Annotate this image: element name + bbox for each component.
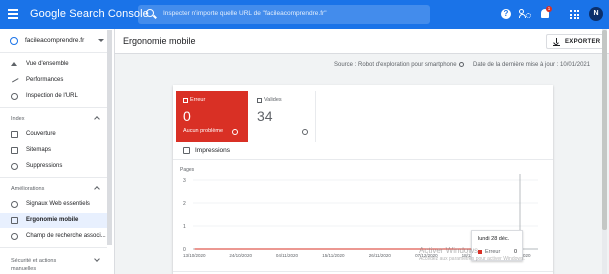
property-label: facileacomprendre.fr bbox=[25, 37, 85, 44]
last-update: Date de la dernière mise à jour : 10/01/… bbox=[473, 62, 591, 68]
data-point bbox=[380, 248, 382, 250]
data-point bbox=[333, 248, 335, 250]
sidebar-scrollbar[interactable] bbox=[107, 30, 112, 245]
sidebar-item-performance[interactable]: Performances bbox=[0, 73, 107, 88]
user-admin-icon[interactable] bbox=[519, 9, 531, 19]
source-label: Source : Robot d'exploration pour smartp… bbox=[334, 62, 457, 68]
sidebar-item-coverage[interactable]: Couverture bbox=[0, 127, 107, 142]
y-axis-label: Pages bbox=[180, 167, 195, 173]
section-divider bbox=[0, 177, 107, 178]
chevron-down-icon bbox=[94, 256, 100, 262]
y-tick-label: 1 bbox=[183, 224, 186, 230]
sidebar-item-sitemaps[interactable]: Sitemaps bbox=[0, 143, 107, 158]
sidebar-item-label: Champ de recherche associ... bbox=[26, 233, 106, 239]
trend-icon bbox=[10, 75, 19, 83]
sidebar-item-removals[interactable]: Suppressions bbox=[0, 159, 107, 174]
section-improvements[interactable]: Améliorations bbox=[0, 182, 107, 196]
app-brand[interactable]: Google Search Console bbox=[30, 8, 149, 20]
sitemap-icon bbox=[11, 147, 18, 154]
error-tile[interactable]: Erreur 0 Aucun problème bbox=[176, 91, 248, 142]
main-content: Ergonomie mobile EXPORTER Source : Robot… bbox=[115, 29, 609, 274]
x-tick-label: 15/11/2020 bbox=[322, 253, 345, 258]
sidebar-item-label: Signaux Web essentiels bbox=[26, 201, 90, 207]
section-title: Améliorations bbox=[11, 186, 45, 192]
phone-icon bbox=[11, 217, 18, 224]
impressions-checkbox[interactable] bbox=[183, 147, 190, 154]
property-selector[interactable]: facileacomprendre.fr bbox=[0, 29, 107, 53]
main-scrollbar-thumb[interactable] bbox=[602, 30, 607, 230]
tile-name: Valides bbox=[264, 97, 282, 103]
impressions-label: Impressions bbox=[195, 147, 231, 154]
x-tick-label: 04/11/2020 bbox=[276, 253, 299, 258]
chevron-up-icon bbox=[94, 186, 100, 192]
sidebar-item-label: Performances bbox=[26, 77, 64, 83]
info-icon[interactable] bbox=[232, 129, 238, 135]
gauge-icon bbox=[11, 201, 18, 208]
tile-subtitle: Aucun problème bbox=[183, 128, 224, 134]
y-tick-label: 3 bbox=[183, 178, 186, 184]
chevron-up-icon bbox=[94, 116, 100, 122]
tile-count: 34 bbox=[257, 108, 273, 124]
sidebar-item-overview[interactable]: Vue d'ensemble bbox=[0, 57, 107, 72]
page-header: Ergonomie mobile EXPORTER bbox=[115, 29, 609, 54]
section-divider bbox=[0, 107, 107, 108]
valid-tile[interactable]: Valides 34 bbox=[250, 91, 316, 142]
data-point bbox=[240, 248, 242, 250]
y-tick-label: 2 bbox=[183, 201, 186, 207]
sidebar-item-label: Ergonomie mobile bbox=[26, 217, 79, 223]
avatar[interactable]: N bbox=[589, 7, 603, 21]
sidebar: facileacomprendre.fr Vue d'ensemble Perf… bbox=[0, 29, 115, 274]
sidebar-item-label: Vue d'ensemble bbox=[26, 61, 69, 67]
windows-activation-watermark: Activer Windows Accédez aux paramètres p… bbox=[419, 246, 525, 262]
apps-grid-icon[interactable] bbox=[570, 10, 579, 19]
tile-count: 0 bbox=[183, 108, 191, 124]
x-tick-label: 26/11/2020 bbox=[369, 253, 392, 258]
url-inspection-search[interactable]: Inspecter n'importe quelle URL de "facil… bbox=[138, 5, 430, 24]
data-point bbox=[194, 248, 196, 250]
coverage-icon bbox=[11, 131, 18, 138]
notification-badge: 1 bbox=[546, 6, 552, 12]
section-title: Sécurité et actions manuelles bbox=[11, 258, 57, 272]
watermark-subtitle: Accédez aux paramètres pour activer Wind… bbox=[419, 256, 525, 262]
sidebar-item-sitelinks-searchbox[interactable]: Champ de recherche associ... bbox=[0, 229, 107, 244]
source-text: Source : Robot d'exploration pour smartp… bbox=[334, 62, 464, 68]
tooltip-date: lundi 28 déc. bbox=[478, 236, 510, 242]
sidebar-item-url-inspection[interactable]: Inspection de l'URL bbox=[0, 89, 107, 104]
removals-icon bbox=[11, 163, 18, 170]
data-point bbox=[287, 248, 289, 250]
search-input-placeholder[interactable]: Inspecter n'importe quelle URL de "facil… bbox=[163, 10, 327, 17]
source-line: Source : Robot d'exploration pour smartp… bbox=[115, 54, 609, 76]
sidebar-item-label: Inspection de l'URL bbox=[26, 93, 78, 99]
menu-icon[interactable] bbox=[8, 9, 18, 19]
info-icon[interactable] bbox=[458, 62, 464, 67]
sitelinks-icon bbox=[11, 233, 18, 240]
page-title: Ergonomie mobile bbox=[123, 36, 196, 46]
watermark-title: Activer Windows bbox=[419, 246, 479, 255]
tile-name: Erreur bbox=[190, 97, 206, 103]
export-button[interactable]: EXPORTER bbox=[546, 34, 604, 49]
section-divider bbox=[0, 247, 107, 248]
home-icon bbox=[11, 62, 17, 66]
export-label: EXPORTER bbox=[565, 39, 601, 45]
sidebar-item-core-web-vitals[interactable]: Signaux Web essentiels bbox=[0, 197, 107, 212]
top-bar: Google Search Console Inspecter n'import… bbox=[0, 0, 609, 29]
globe-icon bbox=[10, 37, 18, 45]
info-icon[interactable] bbox=[302, 129, 308, 135]
caret-down-icon bbox=[98, 39, 104, 42]
x-tick-label: 24/10/2020 bbox=[229, 253, 252, 258]
sidebar-item-mobile-usability[interactable]: Ergonomie mobile bbox=[0, 213, 107, 228]
help-icon[interactable]: ? bbox=[501, 9, 511, 19]
search-icon bbox=[11, 93, 18, 100]
sidebar-item-label: Sitemaps bbox=[26, 147, 52, 153]
checkbox-icon bbox=[257, 98, 262, 103]
x-tick-label: 13/10/2020 bbox=[183, 253, 206, 258]
download-icon bbox=[553, 38, 560, 47]
search-icon bbox=[146, 9, 154, 17]
section-title: Index bbox=[11, 116, 25, 122]
sidebar-item-label: Couverture bbox=[26, 131, 56, 137]
section-index[interactable]: Index bbox=[0, 112, 107, 126]
checkbox-icon bbox=[183, 98, 188, 103]
section-security[interactable]: Sécurité et actions manuelles bbox=[0, 253, 107, 274]
sidebar-item-label: Suppressions bbox=[26, 163, 63, 169]
